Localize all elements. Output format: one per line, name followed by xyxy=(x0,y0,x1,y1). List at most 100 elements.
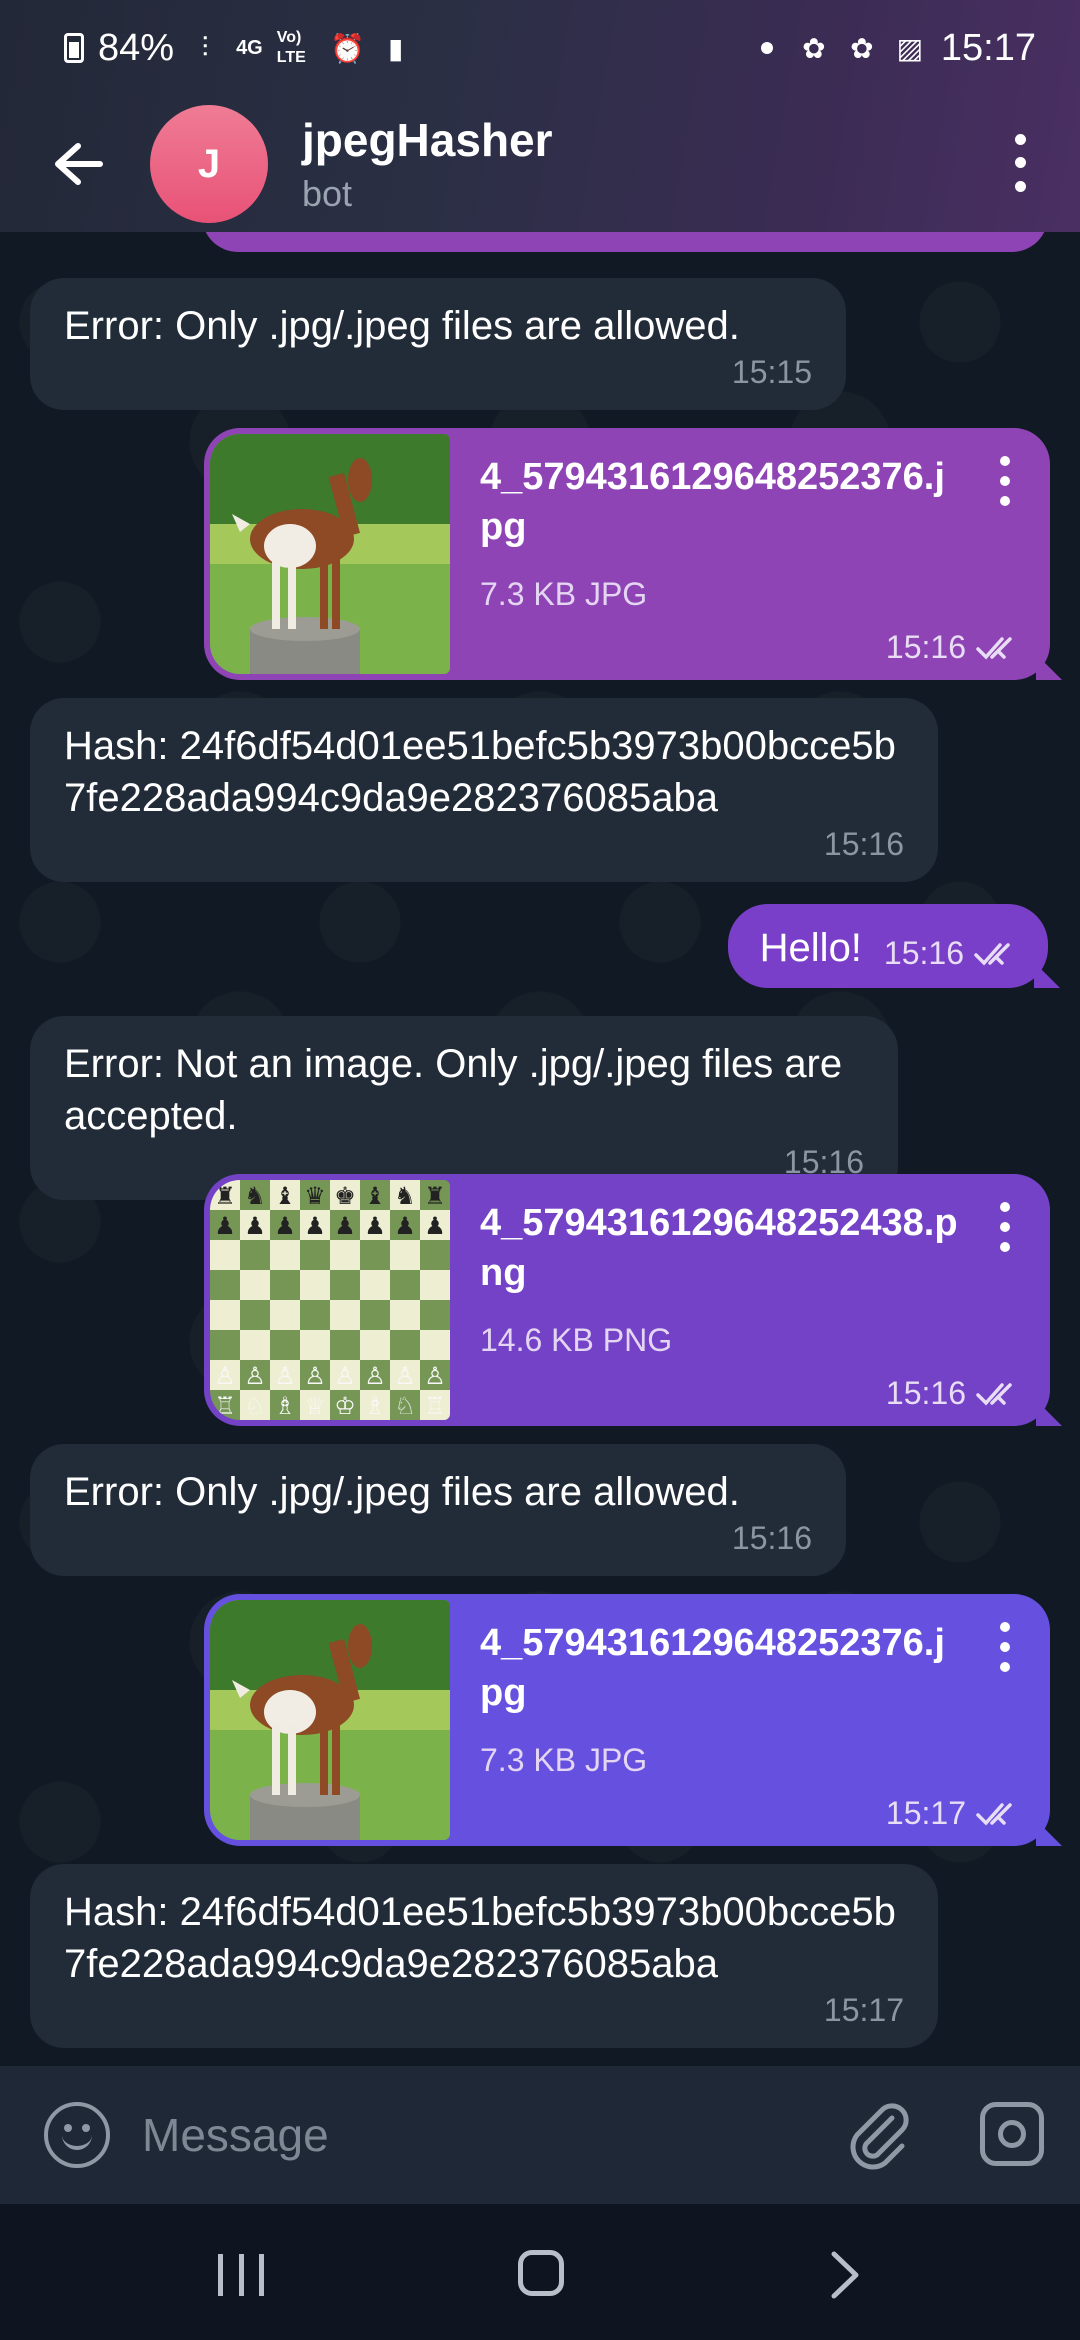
svg-text:♗: ♗ xyxy=(274,1392,296,1420)
notification-dot-icon xyxy=(760,42,773,54)
message-meta: 15:17 xyxy=(886,1795,1022,1832)
goat-image xyxy=(210,434,450,674)
system-nav-bar xyxy=(0,2204,1080,2340)
notification-icon: ✿ xyxy=(850,32,874,64)
svg-text:♞: ♞ xyxy=(394,1182,416,1210)
arrow-left-icon xyxy=(55,143,103,185)
message-text: Hash: 24f6df54d01ee51befc5b3973b00bcce5b… xyxy=(64,724,896,820)
message-file-outgoing[interactable]: 4_5794316129648252376.jpg 7.3 KB JPG 15:… xyxy=(204,428,1050,680)
svg-text:♙: ♙ xyxy=(364,1362,386,1390)
svg-text:♟: ♟ xyxy=(244,1212,266,1240)
svg-text:♙: ♙ xyxy=(274,1362,296,1390)
message-list[interactable]: Error: Only .jpg/.jpeg files are allowed… xyxy=(0,232,1080,2066)
svg-text:♟: ♟ xyxy=(394,1212,416,1240)
svg-text:♖: ♖ xyxy=(214,1392,236,1420)
avatar[interactable]: J xyxy=(150,105,268,223)
more-vert-icon[interactable] xyxy=(990,456,1020,506)
message-file-outgoing[interactable]: ♜ ♞ ♝ ♛ ♚ ♝ ♞ ♜ ♟ ♟ ♟ ♟ ♟ ♟ ♟ ♟ ♙ ♙ ♙ ♙ ♙ ♙ ♙ ♙ ♖ ♘ ♗ ♕ ♔ ♗ ♘ ♖ 4_57943… xyxy=(204,1174,1050,1426)
file-size: 7.3 KB JPG xyxy=(480,1742,648,1778)
message-text: Error: Not an image. Only .jpg/.jpeg fil… xyxy=(64,1042,843,1138)
avatar-letter: J xyxy=(197,141,221,186)
signal-icon: ⫶ xyxy=(201,31,209,63)
goat-image xyxy=(210,1600,450,1840)
network-type: 4G xyxy=(236,37,263,59)
file-name: 4_5794316129648252438.png xyxy=(480,1202,958,1294)
message-time: 15:16 xyxy=(823,826,904,862)
more-vert-icon[interactable] xyxy=(990,1202,1020,1252)
message-time: 15:16 xyxy=(731,1520,812,1556)
svg-text:♟: ♟ xyxy=(214,1212,236,1240)
message-time: 15:17 xyxy=(823,1992,904,2028)
svg-text:♟: ♟ xyxy=(424,1212,446,1240)
file-size: 7.3 KB JPG xyxy=(480,576,648,612)
chessboard-image: ♜ ♞ ♝ ♛ ♚ ♝ ♞ ♜♟ ♟ ♟ ♟ ♟ ♟ ♟ ♟♙ ♙ ♙ ♙ ♙ ♙ ♙ ♙♖ ♘ ♗ ♕ ♔ ♗ ♘ ♖ xyxy=(210,1180,450,1420)
more-vert-icon[interactable] xyxy=(990,1622,1020,1672)
svg-text:♗: ♗ xyxy=(364,1392,386,1420)
nav-back-button[interactable] xyxy=(820,2250,870,2300)
svg-text:♙: ♙ xyxy=(304,1362,326,1390)
message-text: Hash: 24f6df54d01ee51befc5b3973b00bcce5b… xyxy=(64,1890,896,1986)
more-vert-icon[interactable] xyxy=(1000,128,1040,198)
smile-icon[interactable] xyxy=(44,2102,110,2168)
message-file-outgoing[interactable]: 4_5794316129648252376.jpg 7.3 KB JPG 15:… xyxy=(204,1594,1050,1846)
svg-text:♜: ♜ xyxy=(424,1182,446,1210)
file-thumbnail[interactable] xyxy=(210,1600,450,1840)
clock: 15:17 xyxy=(940,26,1036,69)
top-bar: 84% ⫶ 4G Vo) LTE ⏰ ▮ ✿ ✿ ▨ 15:17 J jpegH… xyxy=(0,0,1080,232)
message-text: Error: Only .jpg/.jpeg files are allowed… xyxy=(64,1470,740,1514)
message-time: 15:16 xyxy=(885,1375,966,1411)
double-check-icon xyxy=(976,636,1012,660)
notification-icon: ✿ xyxy=(802,32,826,64)
chat-subtitle: bot xyxy=(302,173,353,214)
message-time: 15:15 xyxy=(731,354,812,390)
svg-text:♘: ♘ xyxy=(244,1392,266,1420)
message-bubble-incoming[interactable]: Hash: 24f6df54d01ee51befc5b3973b00bcce5b… xyxy=(30,698,938,882)
file-size: 14.6 KB PNG xyxy=(480,1322,673,1358)
svg-text:♟: ♟ xyxy=(364,1212,386,1240)
svg-text:♙: ♙ xyxy=(214,1362,236,1390)
message-meta: 15:16 xyxy=(886,629,1022,666)
svg-text:♚: ♚ xyxy=(334,1182,356,1210)
composer: Message xyxy=(0,2066,1080,2204)
message-input[interactable]: Message xyxy=(142,2108,329,2162)
recents-button[interactable] xyxy=(218,2254,264,2296)
chat-title-block[interactable]: jpegHasher bot xyxy=(302,113,553,215)
volte-indicator: Vo) LTE xyxy=(276,29,306,66)
file-thumbnail[interactable]: ♜ ♞ ♝ ♛ ♚ ♝ ♞ ♜ ♟ ♟ ♟ ♟ ♟ ♟ ♟ ♟ ♙ ♙ ♙ ♙ ♙ ♙ ♙ ♙ ♖ ♘ ♗ ♕ ♔ ♗ ♘ ♖ xyxy=(210,1180,450,1420)
svg-text:♖: ♖ xyxy=(424,1392,446,1420)
battery-level: 84% xyxy=(98,26,175,69)
battery-saver-icon: ▮ xyxy=(388,32,404,64)
paperclip-icon[interactable] xyxy=(842,2098,914,2170)
double-check-icon xyxy=(976,1802,1012,1826)
double-check-icon xyxy=(976,1382,1012,1406)
message-bubble-incoming[interactable]: Hash: 24f6df54d01ee51befc5b3973b00bcce5b… xyxy=(30,1864,938,2048)
file-name: 4_5794316129648252376.jpg xyxy=(480,1622,945,1714)
status-bar: 84% ⫶ 4G Vo) LTE ⏰ ▮ ✿ ✿ ▨ 15:17 xyxy=(0,0,1080,96)
back-button[interactable] xyxy=(38,124,118,204)
message-text: Error: Only .jpg/.jpeg files are allowed… xyxy=(64,304,740,348)
battery-icon xyxy=(64,33,84,63)
message-bubble-outgoing[interactable]: Hello! 15:16 xyxy=(727,904,1048,988)
message-bubble-partial[interactable] xyxy=(202,232,1048,252)
svg-text:♟: ♟ xyxy=(334,1212,356,1240)
message-time: 15:17 xyxy=(885,1795,966,1831)
message-meta: 15:16 xyxy=(886,1375,1022,1412)
double-check-icon xyxy=(974,942,1010,966)
svg-text:♙: ♙ xyxy=(424,1362,446,1390)
notification-icon: ▨ xyxy=(896,32,924,64)
camera-icon[interactable] xyxy=(980,2102,1044,2166)
svg-text:♝: ♝ xyxy=(364,1182,386,1210)
file-name: 4_5794316129648252376.jpg xyxy=(480,456,945,548)
message-bubble-incoming[interactable]: Error: Only .jpg/.jpeg files are allowed… xyxy=(30,278,846,410)
svg-text:♕: ♕ xyxy=(304,1392,326,1420)
alarm-icon: ⏰ xyxy=(330,32,366,64)
message-bubble-incoming[interactable]: Error: Not an image. Only .jpg/.jpeg fil… xyxy=(30,1016,898,1200)
svg-text:♛: ♛ xyxy=(304,1182,326,1210)
message-meta: 15:16 xyxy=(884,935,1020,972)
message-bubble-incoming[interactable]: Error: Only .jpg/.jpeg files are allowed… xyxy=(30,1444,846,1576)
chat-title: jpegHasher xyxy=(302,114,553,166)
file-thumbnail[interactable] xyxy=(210,434,450,674)
svg-text:♝: ♝ xyxy=(274,1182,296,1210)
svg-text:♙: ♙ xyxy=(334,1362,356,1390)
home-button[interactable] xyxy=(518,2250,564,2296)
